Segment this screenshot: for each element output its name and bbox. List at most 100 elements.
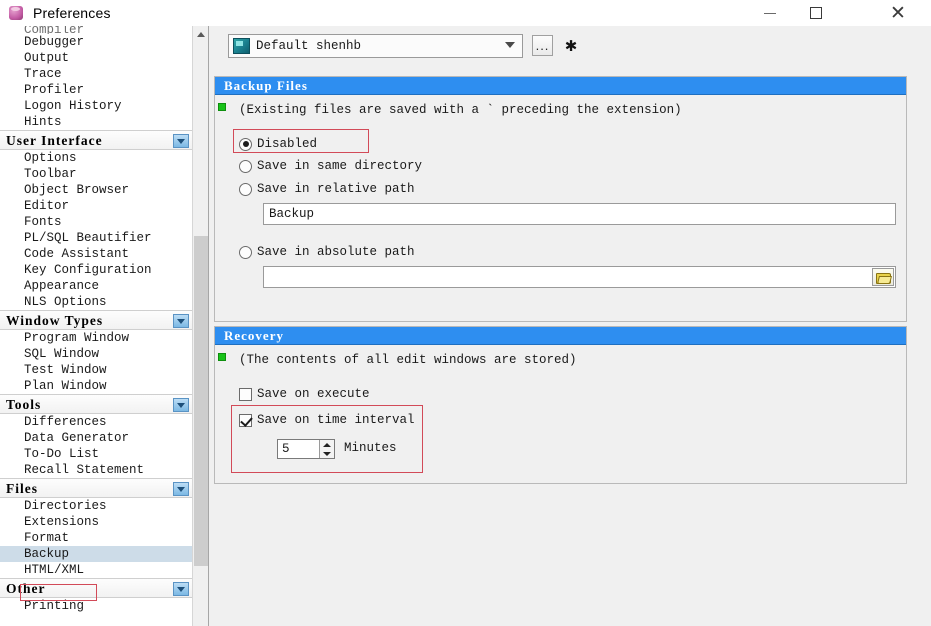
recovery-body: (The contents of all edit windows are st…: [215, 345, 906, 483]
profile-more-button[interactable]: ...: [532, 35, 553, 56]
close-button[interactable]: ✕: [875, 0, 921, 26]
sidebar-item-test-window[interactable]: Test Window: [0, 362, 193, 378]
minimize-button[interactable]: [747, 0, 793, 26]
sidebar-item-nls-options[interactable]: NLS Options: [0, 294, 193, 310]
checkbox-save-on-time-interval[interactable]: Save on time interval: [239, 411, 415, 429]
chevron-down-icon[interactable]: [173, 134, 189, 148]
sidebar-category-label: User Interface: [6, 133, 103, 148]
sidebar-item-appearance[interactable]: Appearance: [0, 278, 193, 294]
sidebar-item-debugger[interactable]: Debugger: [0, 34, 193, 50]
chevron-down-icon[interactable]: [173, 314, 189, 328]
sidebar-item-extensions[interactable]: Extensions: [0, 514, 193, 530]
sidebar-item-backup[interactable]: Backup: [0, 546, 193, 562]
sidebar-category-other[interactable]: Other: [0, 578, 193, 598]
sidebar-category-label: Tools: [6, 397, 42, 412]
sidebar-item-trace[interactable]: Trace: [0, 66, 193, 82]
sidebar-item-code-assistant[interactable]: Code Assistant: [0, 246, 193, 262]
sidebar-item-pl-sql-beautifier[interactable]: PL/SQL Beautifier: [0, 230, 193, 246]
absolute-path-input[interactable]: [263, 266, 896, 288]
sidebar-category-tools[interactable]: Tools: [0, 394, 193, 414]
sidebar-item-profiler[interactable]: Profiler: [0, 82, 193, 98]
recovery-hint: (The contents of all edit windows are st…: [239, 353, 577, 367]
sidebar-category-window-types[interactable]: Window Types: [0, 310, 193, 330]
profile-icon: [233, 38, 250, 54]
chevron-down-icon[interactable]: [173, 582, 189, 596]
stepper-up-icon[interactable]: [320, 440, 334, 449]
window-body: Compiler Debugger Output Trace Profiler Logon…: [0, 26, 931, 626]
sidebar-item-plan-window[interactable]: Plan Window: [0, 378, 193, 394]
chevron-down-icon[interactable]: [505, 42, 516, 51]
interval-minutes-value: 5: [282, 442, 290, 456]
radio-save-in-absolute-path[interactable]: Save in absolute path: [239, 243, 415, 261]
radio-save-in-same-directory[interactable]: Save in same directory: [239, 157, 422, 175]
checkbox-save-on-time-interval-label: Save on time interval: [257, 413, 415, 427]
sidebar-item-to-do-list[interactable]: To-Do List: [0, 446, 193, 462]
sidebar-item-hints[interactable]: Hints: [0, 114, 193, 130]
profile-star-icon[interactable]: ✱: [562, 37, 580, 55]
chevron-down-icon[interactable]: [173, 398, 189, 412]
scroll-up-arrow-icon[interactable]: [193, 26, 208, 43]
recovery-header: Recovery: [215, 327, 906, 345]
sidebar-item-compiler[interactable]: Compiler: [0, 26, 193, 34]
radio-icon[interactable]: [239, 137, 252, 151]
sidebar-item-differences[interactable]: Differences: [0, 414, 193, 430]
interval-stepper-row: 5 Minutes: [239, 439, 459, 461]
folder-open-icon[interactable]: [872, 268, 894, 286]
stepper-down-icon[interactable]: [320, 449, 334, 458]
radio-icon[interactable]: [239, 245, 252, 259]
preferences-content-pane: Default shenhb ... ✱ Backup Files (Exist…: [210, 26, 931, 626]
checkbox-save-on-execute[interactable]: Save on execute: [239, 385, 370, 403]
sidebar-item-directories[interactable]: Directories: [0, 498, 193, 514]
status-indicator: [218, 353, 226, 361]
sidebar-item-output[interactable]: Output: [0, 50, 193, 66]
window-title-bar: Preferences ✕: [0, 0, 931, 26]
stepper-buttons[interactable]: [319, 440, 334, 458]
sidebar-category-label: Files: [6, 481, 38, 496]
radio-save-in-absolute-path-label: Save in absolute path: [257, 245, 415, 259]
database-icon: [6, 3, 26, 23]
sidebar-category-files[interactable]: Files: [0, 478, 193, 498]
preferences-sidebar: Compiler Debugger Output Trace Profiler Logon…: [0, 26, 209, 626]
sidebar-item-options[interactable]: Options: [0, 150, 193, 166]
sidebar-item-fonts[interactable]: Fonts: [0, 214, 193, 230]
interval-unit-label: Minutes: [344, 441, 397, 455]
preferences-tree[interactable]: Compiler Debugger Output Trace Profiler Logon…: [0, 26, 193, 626]
status-indicator: [218, 103, 226, 111]
sidebar-item-key-configuration[interactable]: Key Configuration: [0, 262, 193, 278]
radio-save-in-relative-path-label: Save in relative path: [257, 182, 415, 196]
radio-save-in-same-directory-label: Save in same directory: [257, 159, 423, 173]
sidebar-item-logon-history[interactable]: Logon History: [0, 98, 193, 114]
sidebar-item-printing[interactable]: Printing: [0, 598, 193, 614]
page-title: Preferences: [33, 5, 111, 21]
backup-files-header: Backup Files: [215, 77, 906, 95]
profile-selected-value: Default shenhb: [256, 39, 362, 53]
chevron-down-icon[interactable]: [173, 482, 189, 496]
sidebar-category-user-interface[interactable]: User Interface: [0, 130, 193, 150]
radio-disabled[interactable]: Disabled: [239, 135, 317, 153]
profile-selector-row: Default shenhb ... ✱: [228, 34, 931, 62]
sidebar-category-label: Other: [6, 581, 46, 596]
radio-save-in-relative-path[interactable]: Save in relative path: [239, 180, 415, 198]
scrollbar-thumb[interactable]: [194, 236, 208, 566]
sidebar-scrollbar[interactable]: [192, 26, 208, 626]
sidebar-item-html-xml[interactable]: HTML/XML: [0, 562, 193, 578]
checkbox-icon[interactable]: [239, 387, 252, 401]
relative-path-value: Backup: [269, 207, 315, 221]
maximize-button[interactable]: [793, 0, 839, 26]
interval-minutes-stepper[interactable]: 5: [277, 439, 335, 459]
sidebar-item-format[interactable]: Format: [0, 530, 193, 546]
radio-icon[interactable]: [239, 182, 252, 196]
sidebar-item-data-generator[interactable]: Data Generator: [0, 430, 193, 446]
sidebar-item-program-window[interactable]: Program Window: [0, 330, 193, 346]
profile-dropdown[interactable]: Default shenhb: [228, 34, 523, 58]
checkbox-save-on-execute-label: Save on execute: [257, 387, 370, 401]
relative-path-input[interactable]: Backup: [263, 203, 896, 225]
sidebar-item-toolbar[interactable]: Toolbar: [0, 166, 193, 182]
sidebar-item-object-browser[interactable]: Object Browser: [0, 182, 193, 198]
radio-icon[interactable]: [239, 159, 252, 173]
backup-files-group: Backup Files (Existing files are saved w…: [214, 76, 907, 322]
sidebar-item-editor[interactable]: Editor: [0, 198, 193, 214]
sidebar-item-recall-statement[interactable]: Recall Statement: [0, 462, 193, 478]
checkbox-icon[interactable]: [239, 413, 252, 427]
sidebar-item-sql-window[interactable]: SQL Window: [0, 346, 193, 362]
